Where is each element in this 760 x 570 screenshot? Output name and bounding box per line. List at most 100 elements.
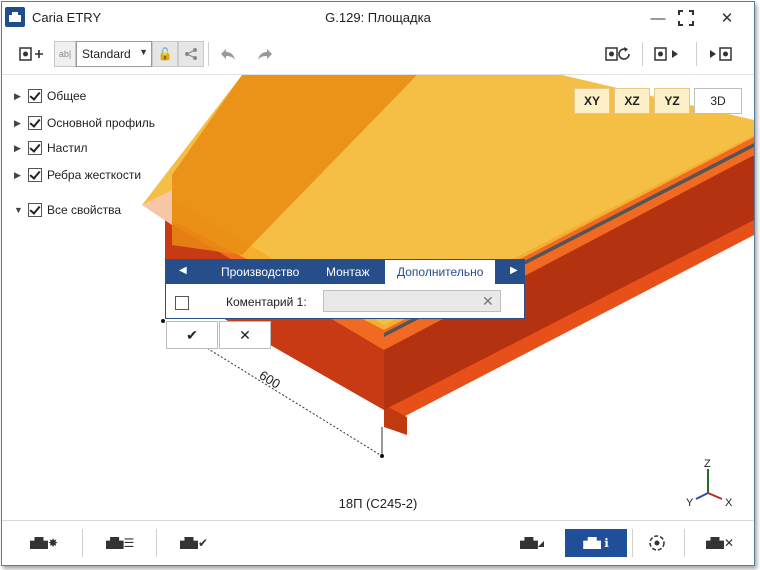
3d-viewport[interactable]: 600 ▶ Общее ▶ Основной профиль ▶ Настил … (2, 75, 754, 519)
clear-icon[interactable]: ✕ (482, 293, 494, 310)
delete-element-button[interactable]: ✕ (700, 529, 740, 557)
tab-assembly[interactable]: Монтаж (326, 260, 370, 284)
fullscreen-icon (678, 10, 694, 26)
lock-button[interactable]: 🔓 (152, 41, 178, 67)
view-xz-button[interactable]: XZ (614, 88, 650, 114)
bottom-separator (684, 529, 685, 557)
bottom-separator (632, 529, 633, 557)
tree-checkbox[interactable] (28, 116, 42, 130)
app-name: Caria ETRY (32, 10, 102, 25)
expand-triangle-icon[interactable]: ▶ (14, 170, 28, 181)
axis-y-label: Y (686, 497, 694, 509)
play-gear-icon (710, 47, 732, 61)
tree-checkbox[interactable] (28, 141, 42, 155)
style-select[interactable]: Standard ▼ (76, 41, 152, 67)
tree-item-main-profile[interactable]: ▶ Основной профиль (14, 114, 155, 132)
tree-item-deck[interactable]: ▶ Настил (14, 139, 88, 157)
axis-x-label: X (725, 497, 733, 509)
redo-icon (258, 49, 272, 60)
tree-item-label: Все свойства (47, 203, 122, 217)
tree-checkbox[interactable] (28, 89, 42, 103)
bottom-separator (82, 529, 83, 557)
expand-triangle-icon[interactable]: ▶ (14, 143, 28, 154)
tab-next-icon[interactable]: ▶ (510, 265, 518, 276)
expand-triangle-icon[interactable]: ▶ (14, 91, 28, 102)
confirm-button[interactable]: ✔ (166, 321, 218, 349)
window-title: G.129: Площадка (325, 10, 431, 25)
redo-button[interactable] (252, 41, 278, 67)
comment-checkbox[interactable] (175, 296, 189, 310)
app-window: Caria ETRY G.129: Площадка — ✕ ab| Stand… (1, 1, 755, 566)
comment-label: Коментарий 1: (226, 295, 307, 309)
close-icon: ✕ (720, 10, 734, 27)
element-menu-button[interactable]: ◢ (512, 529, 552, 557)
run-element-button[interactable] (650, 41, 684, 67)
axis-z-label: Z (704, 458, 711, 470)
tree-item-label: Общее (47, 89, 87, 103)
comment-input[interactable] (323, 290, 501, 312)
check-icon: ✔ (186, 326, 198, 343)
toolbar-separator (642, 42, 643, 66)
close-icon: ✕ (723, 536, 735, 550)
tree-checkbox[interactable] (28, 203, 42, 217)
bottom-separator (156, 529, 157, 557)
element-icon (583, 537, 602, 549)
rotate-icon (649, 535, 665, 551)
lock-icon: 🔓 (157, 47, 173, 61)
tree-item-all-properties[interactable]: ▼ Все свойства (14, 201, 121, 219)
app-logo-icon (5, 7, 25, 27)
element-list-button[interactable]: ☰ (100, 529, 140, 557)
star-icon: ✸ (47, 536, 59, 550)
close-button[interactable]: ✕ (714, 6, 740, 30)
tree-item-label: Настил (47, 141, 88, 155)
close-icon: ✕ (239, 326, 251, 343)
text-style-button[interactable]: ab| (54, 41, 76, 67)
gear-add-icon (19, 47, 43, 61)
view-xy-button[interactable]: XY (574, 88, 610, 114)
undo-icon (221, 49, 235, 60)
panel-tabs: ◀ Производство Монтаж Дополнительно ▶ (166, 260, 524, 284)
toolbar-separator (696, 42, 697, 66)
element-icon (519, 537, 538, 549)
view-yz-button[interactable]: YZ (654, 88, 690, 114)
title-bar: Caria ETRY G.129: Площадка — ✕ (2, 2, 754, 34)
minimize-button[interactable]: — (645, 6, 671, 30)
share-button[interactable] (178, 41, 204, 67)
tree-item-stiffeners[interactable]: ▶ Ребра жесткости (14, 166, 141, 184)
cancel-button[interactable]: ✕ (219, 321, 271, 349)
gear-play-icon (654, 47, 678, 61)
view-3d-button[interactable]: 3D (694, 88, 742, 114)
maximize-button[interactable] (673, 6, 699, 30)
info-icon: ℹ (604, 536, 609, 550)
tree-item-label: Ребра жесткости (47, 168, 142, 182)
main-toolbar: ab| Standard ▼ 🔓 (2, 34, 754, 75)
element-check-button[interactable]: ✔ (174, 529, 214, 557)
tree-item-general[interactable]: ▶ Общее (14, 87, 86, 105)
list-icon: ☰ (123, 536, 135, 550)
rotate-view-button[interactable] (642, 529, 672, 557)
element-properties-button[interactable]: ℹ (565, 529, 627, 557)
profile-label: 18П (С245-2) (338, 496, 418, 511)
chevron-down-icon: ▼ (139, 47, 148, 57)
tab-prev-icon[interactable]: ◀ (179, 265, 187, 276)
add-element-button[interactable] (14, 41, 48, 67)
tab-additional[interactable]: Дополнительно (385, 260, 496, 284)
axis-triad: Z Y X (682, 455, 742, 515)
corner-triangle-icon: ◢ (537, 538, 545, 548)
undo-button[interactable] (215, 41, 241, 67)
next-element-button[interactable] (704, 41, 738, 67)
refresh-element-button[interactable] (602, 41, 636, 67)
tab-production[interactable]: Производство (221, 260, 299, 284)
element-icon (705, 537, 724, 549)
gear-refresh-icon (605, 47, 630, 61)
new-element-button[interactable]: ✸ (22, 529, 66, 557)
share-icon (185, 48, 197, 60)
check-icon: ✔ (197, 536, 209, 550)
expand-triangle-icon[interactable]: ▶ (14, 118, 28, 129)
collapse-triangle-icon[interactable]: ▼ (14, 205, 28, 215)
element-icon (29, 537, 48, 549)
tree-checkbox[interactable] (28, 168, 42, 182)
element-icon (105, 537, 124, 549)
toolbar-separator (208, 42, 209, 66)
tree-item-label: Основной профиль (47, 116, 156, 130)
